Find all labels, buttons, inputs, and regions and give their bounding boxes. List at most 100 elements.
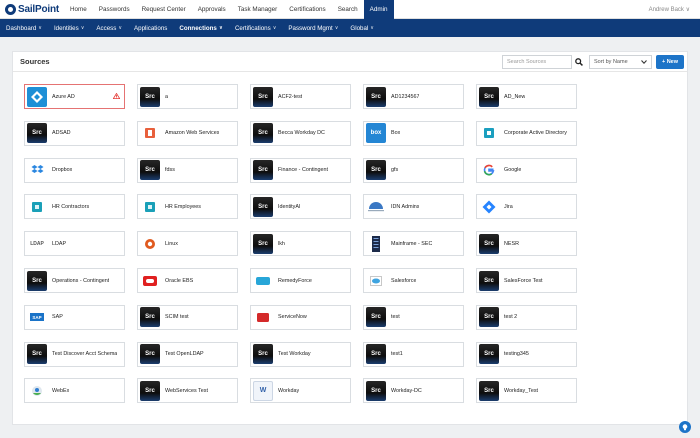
src-icon-text: Src <box>484 240 494 247</box>
subnav-certifications[interactable]: Certifications ∨ <box>229 19 282 37</box>
source-tile[interactable]: Src Finance - Contingent <box>250 157 351 183</box>
mainframe-icon <box>366 234 386 254</box>
source-tile[interactable]: Src NESR <box>476 231 577 257</box>
new-source-button[interactable]: + New <box>656 55 684 69</box>
source-name: SAP <box>52 314 63 321</box>
source-tile[interactable]: Src Workday_Test <box>476 378 577 404</box>
source-tile[interactable]: ServiceNow <box>250 304 351 330</box>
search-sources-input[interactable]: Search Sources <box>502 55 572 69</box>
source-tile[interactable]: Src testing345 <box>476 341 577 367</box>
source-name: Workday_Test <box>504 387 539 394</box>
source-tile[interactable]: Src SCIM test <box>137 304 238 330</box>
source-tile[interactable]: Src ACF2-test <box>250 84 351 109</box>
sort-dropdown[interactable]: Sort by Name <box>589 55 652 69</box>
source-name: HR Contractors <box>52 203 90 210</box>
source-tile[interactable]: Src Test Workday <box>250 341 351 367</box>
user-menu[interactable]: Andrew Back ∨ <box>649 0 690 19</box>
source-tile[interactable]: Src Workday-DC <box>363 378 464 404</box>
chevron-down-icon: ∨ <box>334 25 339 31</box>
source-tile[interactable]: Src test1 <box>363 341 464 367</box>
source-tile[interactable]: Mainframe - SEC <box>363 231 464 257</box>
source-tile[interactable]: Amazon Web Services <box>137 120 238 146</box>
nav-passwords[interactable]: Passwords <box>93 0 136 19</box>
nav-request-center[interactable]: Request Center <box>136 0 192 19</box>
webex-icon <box>27 381 47 401</box>
source-tile[interactable]: Src Test OpenLDAP <box>137 341 238 367</box>
source-tile[interactable]: Linux <box>137 231 238 257</box>
source-tile[interactable]: Oracle EBS <box>137 268 238 293</box>
subnav-password-mgmt[interactable]: Password Mgmt ∨ <box>282 19 344 37</box>
source-tile[interactable]: Src WebServices Test <box>137 378 238 404</box>
source-tile[interactable]: Src a <box>137 84 238 109</box>
source-name: a <box>165 93 168 100</box>
src-icon: Src <box>140 307 160 328</box>
jira-icon <box>479 197 499 217</box>
source-tile[interactable]: Salesforce <box>363 268 464 293</box>
source-tile[interactable]: Google <box>476 157 577 183</box>
nav-admin[interactable]: Admin <box>363 0 394 19</box>
source-name: testing345 <box>504 351 529 358</box>
source-tile[interactable]: W Workday <box>250 378 351 404</box>
nav-certifications[interactable]: Certifications <box>283 0 331 19</box>
oracle-icon <box>140 271 160 291</box>
subnav-global[interactable]: Global ∨ <box>344 19 380 37</box>
source-tile[interactable]: Src IdentityAI <box>250 194 351 220</box>
source-name: Test OpenLDAP <box>165 351 204 358</box>
source-tile[interactable]: Src test <box>363 304 464 330</box>
source-tile[interactable]: Azure AD <box>24 84 125 109</box>
sailpoint-logo[interactable]: SailPoint <box>0 0 64 19</box>
nav-task-manager[interactable]: Task Manager <box>232 0 284 19</box>
subnav-identities[interactable]: Identities ∨ <box>48 19 90 37</box>
source-tile[interactable]: Src AD_New <box>476 84 577 109</box>
admin-sub-navigation: Dashboard ∨ Identities ∨ Access ∨ Applications… <box>0 19 700 37</box>
src-icon-text: Src <box>32 277 42 284</box>
help-button[interactable] <box>679 421 691 433</box>
subnav-applications[interactable]: Applications <box>128 19 173 37</box>
subnav-dashboard[interactable]: Dashboard ∨ <box>0 19 48 37</box>
box-icon-text: box <box>370 130 382 137</box>
source-tile[interactable]: Src gfs <box>363 157 464 183</box>
source-name: Test Workday <box>278 351 311 358</box>
source-tile[interactable]: Src lkh <box>250 231 351 257</box>
source-tile[interactable]: RemedyForce <box>250 268 351 293</box>
source-name: Finance - Contingent <box>278 167 329 174</box>
source-tile[interactable]: Src Becca Workday DC <box>250 120 351 146</box>
source-tile[interactable]: IDN Admins <box>363 194 464 220</box>
nav-home[interactable]: Home <box>64 0 93 19</box>
src-icon-text: Src <box>258 93 268 100</box>
source-tile[interactable]: Src SalesForce Test <box>476 268 577 293</box>
src-icon: Src <box>366 307 386 328</box>
subnav-access[interactable]: Access ∨ <box>90 19 128 37</box>
source-tile[interactable]: SAP SAP <box>24 304 125 330</box>
ldap-icon-text: LDAP <box>30 240 44 247</box>
source-tile[interactable]: Src Test Discover Acct Schema <box>24 341 125 367</box>
nav-search[interactable]: Search <box>332 0 364 19</box>
source-tile[interactable]: HR Employees <box>137 194 238 220</box>
source-tile[interactable]: Src AD1234567 <box>363 84 464 109</box>
subnav-label: Global <box>350 24 369 32</box>
sources-panel-header: Sources Search Sources Sort by Name + Ne… <box>13 52 687 72</box>
source-name: Google <box>504 167 522 174</box>
source-tile[interactable]: Jira <box>476 194 577 220</box>
nav-approvals[interactable]: Approvals <box>192 0 232 19</box>
source-tile[interactable]: Src test 2 <box>476 304 577 330</box>
src-icon: Src <box>366 86 386 107</box>
source-name: lkh <box>278 240 285 247</box>
source-tile[interactable]: Src fdss <box>137 157 238 183</box>
chevron-down-icon <box>641 60 647 64</box>
source-tile[interactable]: WebEx <box>24 378 125 404</box>
source-tile[interactable]: Corporate Active Directory <box>476 120 577 146</box>
source-tile[interactable]: box Box <box>363 120 464 146</box>
source-tile[interactable]: Src Operations - Contingent <box>24 268 125 293</box>
subnav-connections[interactable]: Connections ∨ <box>173 19 229 37</box>
search-button[interactable] <box>573 55 585 69</box>
source-tile[interactable]: LDAP LDAP <box>24 231 125 257</box>
source-tile[interactable]: Src ADSAD <box>24 120 125 146</box>
source-name: Workday-DC <box>391 387 422 394</box>
source-tile[interactable]: HR Contractors <box>24 194 125 220</box>
src-icon-text: Src <box>371 167 381 174</box>
source-tile[interactable]: Dropbox <box>24 157 125 183</box>
azure-ad-icon <box>27 86 47 107</box>
src-icon-text: Src <box>371 93 381 100</box>
subnav-label: Identities <box>53 24 79 32</box>
